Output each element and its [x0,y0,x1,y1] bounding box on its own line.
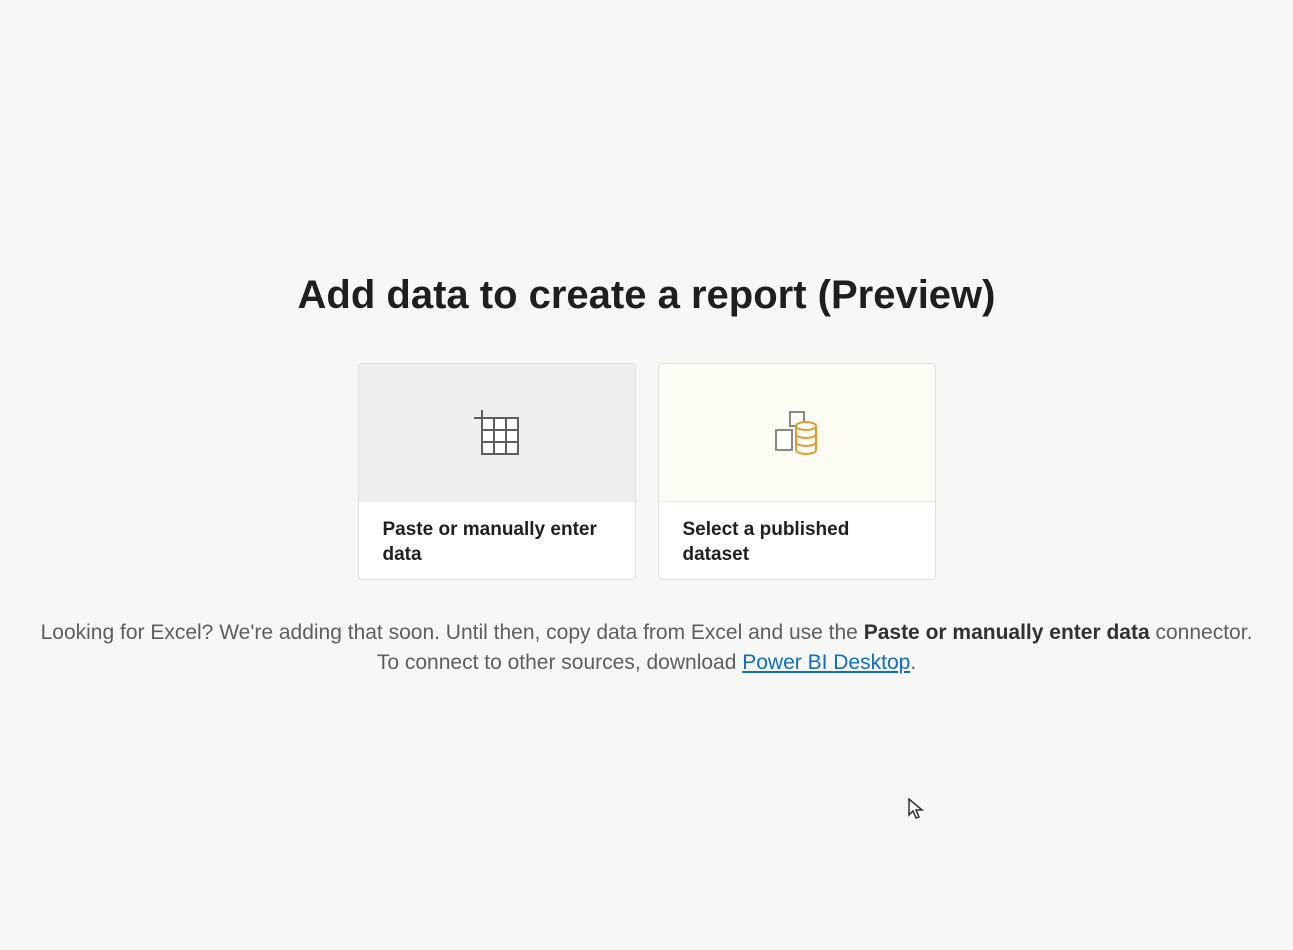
paste-data-card[interactable]: Paste or manually enter data [358,363,636,580]
select-dataset-label-area: Select a published dataset [659,502,935,580]
help-text-part1: Looking for Excel? We're adding that soo… [41,621,864,644]
page-title: Add data to create a report (Preview) [298,273,996,318]
main-content: Add data to create a report (Preview) [0,273,1293,677]
table-plus-icon [474,410,520,456]
select-dataset-card[interactable]: Select a published dataset [658,363,936,580]
help-text-bold: Paste or manually enter data [864,621,1150,644]
help-text: Looking for Excel? We're adding that soo… [32,618,1262,677]
help-text-part3: . [910,651,916,674]
paste-data-label-area: Paste or manually enter data [359,502,635,580]
paste-data-icon-area [359,364,635,502]
dataset-icon [772,408,822,458]
power-bi-desktop-link[interactable]: Power BI Desktop [742,651,910,674]
select-dataset-icon-area [659,364,935,502]
cards-row: Paste or manually enter data [358,363,936,580]
select-dataset-label: Select a published dataset [683,518,911,567]
cursor-icon [908,798,926,822]
paste-data-label: Paste or manually enter data [383,518,611,567]
